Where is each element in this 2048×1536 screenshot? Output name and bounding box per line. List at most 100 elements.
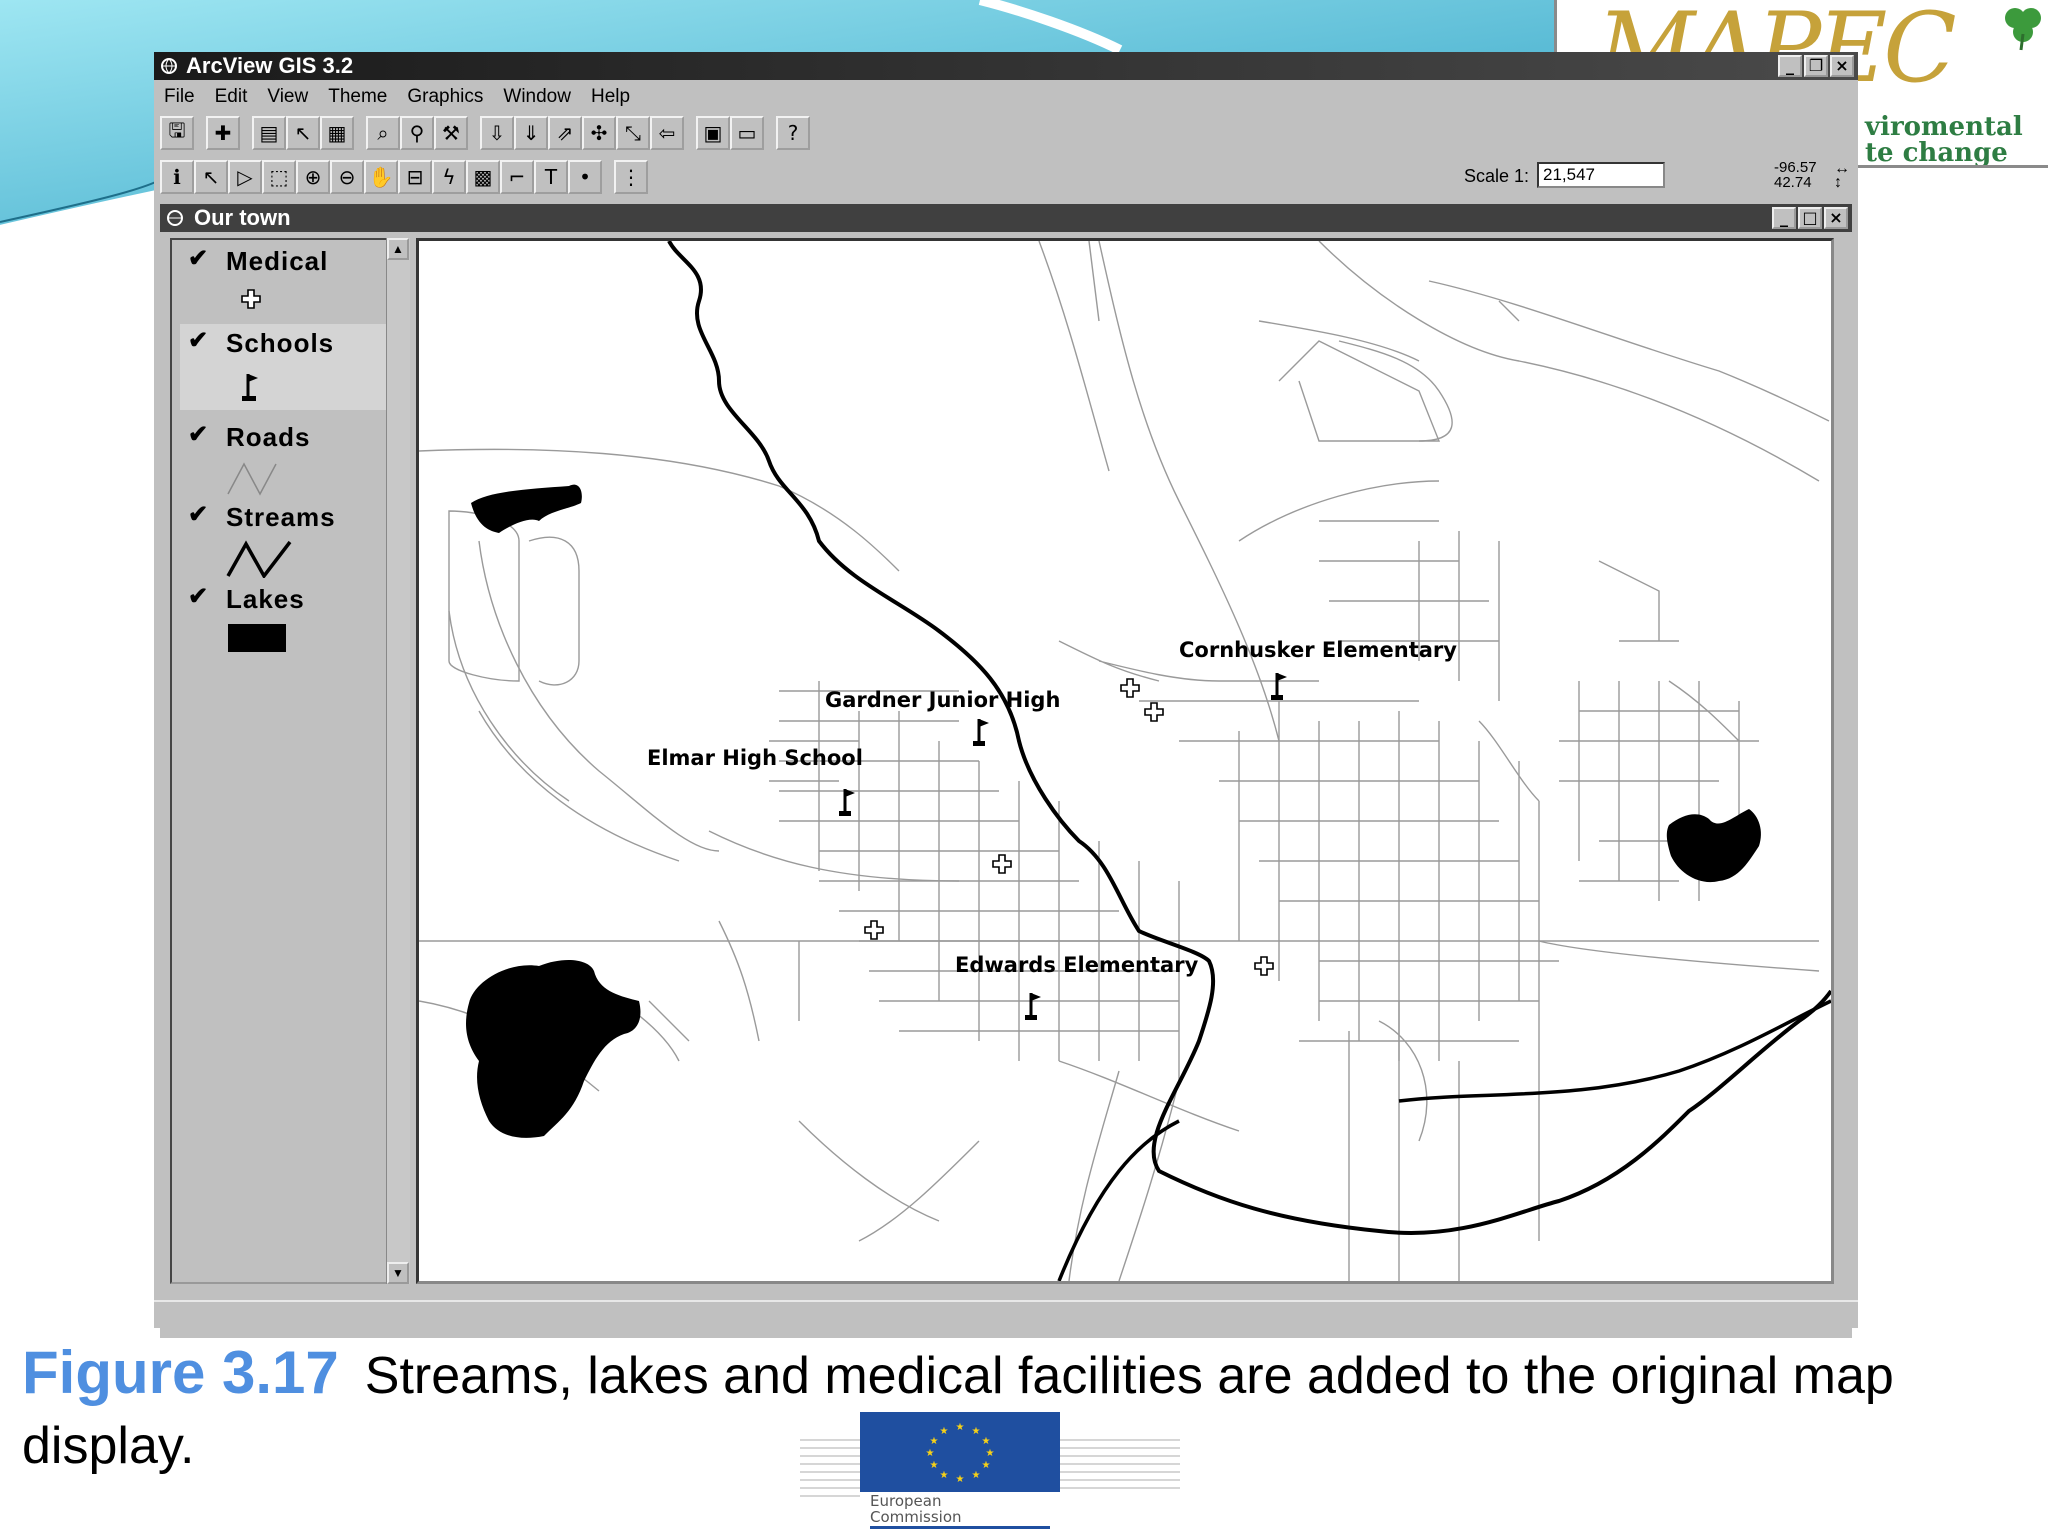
minimize-button[interactable]: _ xyxy=(1778,55,1802,77)
text-tool[interactable]: T xyxy=(534,160,568,194)
window-controls: _ ❐ × xyxy=(1778,55,1854,77)
toc-scrollbar[interactable]: ▲ ▼ xyxy=(386,238,410,1284)
pointer-tool[interactable]: ↖ xyxy=(194,160,228,194)
zoom-active-button[interactable]: ⤡ xyxy=(616,116,650,150)
restore-button[interactable]: ❐ xyxy=(1804,55,1828,77)
visibility-checkbox[interactable]: ✔ xyxy=(188,244,208,273)
zoom-previous-button[interactable]: ⇦ xyxy=(650,116,684,150)
select-by-theme-button[interactable]: ⇩ xyxy=(480,116,514,150)
school-flag-icon[interactable] xyxy=(1025,993,1041,1020)
button-bar: 🖫 ✚ ▤ ↖ ▦ ⌕ ⚲ ⚒ ⇩ ⇓ ⇗ ✣ ⤡ ⇦ ▣ ▭ ? xyxy=(160,114,810,152)
thin-line-icon xyxy=(227,462,277,496)
find-button[interactable]: ⌕ xyxy=(366,116,400,150)
snap-tool[interactable]: ⋮ xyxy=(614,160,648,194)
view-close-button[interactable]: × xyxy=(1824,207,1848,229)
stream-branch xyxy=(1057,999,1831,1281)
lake-east xyxy=(1666,809,1761,883)
vertex-edit-tool[interactable]: ▷ xyxy=(228,160,262,194)
scale-label: Scale 1: xyxy=(1464,166,1530,186)
view-minimize-button[interactable]: _ xyxy=(1772,207,1796,229)
view-window-controls: _ □ × xyxy=(1772,207,1848,229)
menu-view[interactable]: View xyxy=(267,86,308,108)
app-title: ArcView GIS 3.2 xyxy=(186,53,354,78)
svg-text:★: ★ xyxy=(986,1448,995,1459)
layout-button[interactable]: ▣ xyxy=(696,116,730,150)
clear-selection-button[interactable]: ⇓ xyxy=(514,116,548,150)
legend-label: Medical xyxy=(226,246,329,276)
query-builder-button[interactable]: ⚒ xyxy=(434,116,468,150)
select-feature-tool[interactable]: ⬚ xyxy=(262,160,296,194)
legend-label: Lakes xyxy=(226,584,305,614)
school-flag-icon[interactable] xyxy=(1271,673,1287,700)
legend-entry-roads[interactable]: ✔ Roads xyxy=(180,418,386,496)
visibility-checkbox[interactable]: ✔ xyxy=(188,420,208,449)
menu-window[interactable]: Window xyxy=(503,86,571,108)
help-button[interactable]: ? xyxy=(776,116,810,150)
visibility-checkbox[interactable]: ✔ xyxy=(188,582,208,611)
coord-y: 42.74 xyxy=(1774,174,1812,191)
add-theme-button[interactable]: ✚ xyxy=(206,116,240,150)
medical-cross-icon[interactable] xyxy=(864,920,884,940)
edit-legend-button[interactable]: ↖ xyxy=(286,116,320,150)
view-titlebar: Our town _ □ × xyxy=(160,204,1852,232)
zoom-in-tool[interactable]: ⊕ xyxy=(296,160,330,194)
school-flag-icon[interactable] xyxy=(973,719,989,746)
map-display[interactable]: Cornhusker Elementary Gardner Junior Hig… xyxy=(416,238,1834,1284)
school-flag-icon[interactable] xyxy=(839,789,855,816)
identify-tool[interactable]: ℹ xyxy=(160,160,194,194)
label-tool[interactable]: ⌐ xyxy=(500,160,534,194)
zoom-full-button[interactable]: ✣ xyxy=(582,116,616,150)
pan-tool[interactable]: ✋ xyxy=(364,160,398,194)
svg-text:★: ★ xyxy=(930,1460,939,1471)
legend-entry-streams[interactable]: ✔ Streams xyxy=(180,498,386,578)
svg-text:★: ★ xyxy=(972,1470,981,1481)
open-table-button[interactable]: ▦ xyxy=(320,116,354,150)
hotlink-tool[interactable]: ϟ xyxy=(432,160,466,194)
zoom-out-tool[interactable]: ⊖ xyxy=(330,160,364,194)
tool-bar: ℹ ↖ ▷ ⬚ ⊕ ⊖ ✋ ⊟ ϟ ▩ ⌐ T • ⋮ xyxy=(160,158,648,196)
medical-cross-icon[interactable] xyxy=(1120,678,1140,698)
draw-point-tool[interactable]: • xyxy=(568,160,602,194)
thick-line-icon xyxy=(226,540,292,578)
medical-cross-icon[interactable] xyxy=(1254,956,1274,976)
map-canvas[interactable]: Cornhusker Elementary Gardner Junior Hig… xyxy=(419,241,1831,1281)
legend-label: Streams xyxy=(226,502,336,532)
legend-label: Schools xyxy=(226,328,335,358)
menu-file[interactable]: File xyxy=(164,86,195,108)
zoom-selected-button[interactable]: ⇗ xyxy=(548,116,582,150)
scale-input[interactable]: 21,547 xyxy=(1537,162,1665,188)
area-of-interest-tool[interactable]: ▩ xyxy=(466,160,500,194)
ec-text-line2: Commission xyxy=(870,1508,962,1526)
visibility-checkbox[interactable]: ✔ xyxy=(188,326,208,355)
print-button[interactable]: ▭ xyxy=(730,116,764,150)
save-project-button[interactable]: 🖫 xyxy=(160,116,194,150)
menu-theme[interactable]: Theme xyxy=(328,86,387,108)
theme-properties-button[interactable]: ▤ xyxy=(252,116,286,150)
medical-cross-icon[interactable] xyxy=(992,854,1012,874)
status-bar xyxy=(154,1300,1858,1328)
app-titlebar: ArcView GIS 3.2 _ ❐ × xyxy=(154,52,1858,80)
legend-entry-lakes[interactable]: ✔ Lakes xyxy=(180,580,386,660)
map-label-gardner: Gardner Junior High xyxy=(825,688,1060,712)
medical-cross-icon[interactable] xyxy=(1144,702,1164,722)
medical-facilities xyxy=(864,678,1274,976)
measure-tool[interactable]: ⊟ xyxy=(398,160,432,194)
lake-north xyxy=(471,484,582,533)
scroll-up-button[interactable]: ▲ xyxy=(387,238,409,260)
svg-text:★: ★ xyxy=(956,1422,965,1433)
view-title: Our town xyxy=(194,205,291,230)
legend-entry-medical[interactable]: ✔ Medical xyxy=(180,242,386,318)
visibility-checkbox[interactable]: ✔ xyxy=(188,500,208,529)
locate-address-button[interactable]: ⚲ xyxy=(400,116,434,150)
view-maximize-button[interactable]: □ xyxy=(1798,207,1822,229)
menu-graphics[interactable]: Graphics xyxy=(407,86,483,108)
legend-entry-schools[interactable]: ✔ Schools xyxy=(180,324,386,410)
legend-label: Roads xyxy=(226,422,311,452)
menu-help[interactable]: Help xyxy=(591,86,630,108)
logo-text-line2: te change xyxy=(1865,138,2008,168)
scroll-down-button[interactable]: ▼ xyxy=(387,1262,409,1284)
coordinate-arrows-icon: ↔ ↕ xyxy=(1834,160,1850,191)
svg-text:★: ★ xyxy=(982,1460,991,1471)
close-button[interactable]: × xyxy=(1830,55,1854,77)
menu-edit[interactable]: Edit xyxy=(215,86,248,108)
